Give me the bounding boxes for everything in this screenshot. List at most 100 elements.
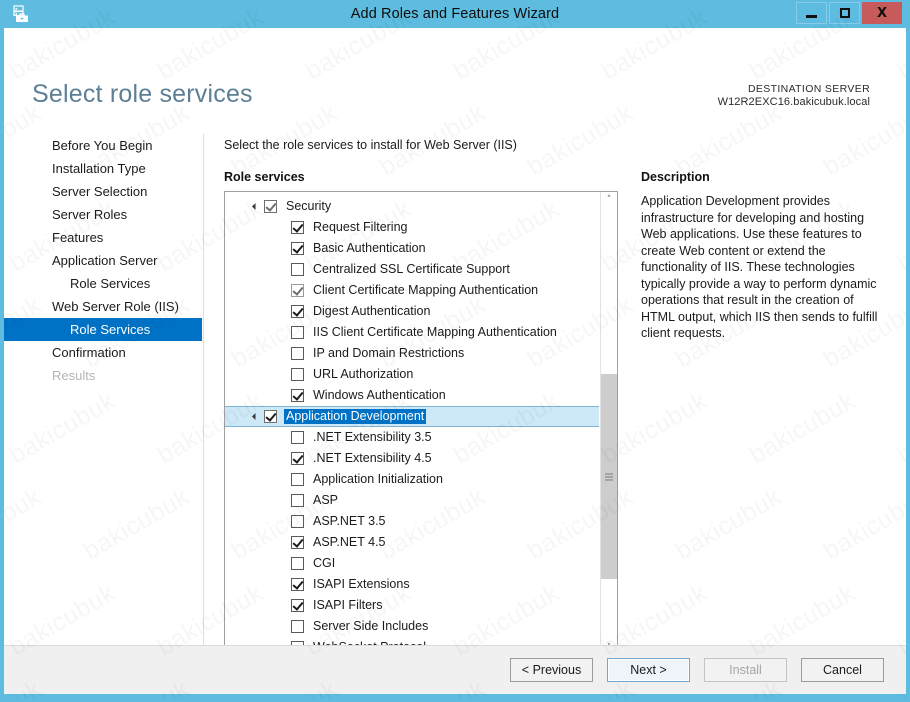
role-service-checkbox[interactable] <box>291 242 304 255</box>
role-service-row[interactable]: ASP <box>225 490 599 511</box>
role-service-row[interactable]: .NET Extensibility 4.5 <box>225 448 599 469</box>
role-service-row[interactable]: ASP.NET 3.5 <box>225 511 599 532</box>
footer-bar: < Previous Next > Install Cancel <box>4 645 906 694</box>
minimize-icon <box>806 14 817 18</box>
role-service-checkbox[interactable] <box>291 284 304 297</box>
sidebar-item-installation-type[interactable]: Installation Type <box>4 157 203 180</box>
window-title: Add Roles and Features Wizard <box>350 6 560 22</box>
destination-label: DESTINATION SERVER <box>747 83 870 95</box>
maximize-icon <box>839 8 850 18</box>
role-service-checkbox[interactable] <box>291 368 304 381</box>
role-service-row[interactable]: CGI <box>225 553 599 574</box>
maximize-button[interactable] <box>829 2 860 24</box>
role-service-row[interactable]: ASP.NET 4.5 <box>225 532 599 553</box>
role-service-row[interactable]: IP and Domain Restrictions <box>225 343 599 364</box>
role-service-row[interactable]: URL Authorization <box>225 364 599 385</box>
role-service-row[interactable]: ISAPI Extensions <box>225 574 599 595</box>
role-service-row[interactable]: IIS Client Certificate Mapping Authentic… <box>225 322 599 343</box>
role-service-label: Security <box>286 199 332 213</box>
role-service-checkbox[interactable] <box>291 221 304 234</box>
sidebar-item-label: Role Services <box>70 322 151 337</box>
role-service-row[interactable]: Digest Authentication <box>225 301 599 322</box>
role-services-listbox[interactable]: Security Request Filtering Basic Authentic… <box>224 191 618 658</box>
previous-button[interactable]: < Previous <box>510 658 593 682</box>
role-service-label: .NET Extensibility 3.5 <box>313 430 432 444</box>
role-service-row[interactable]: ISAPI Filters <box>225 595 599 616</box>
role-service-row[interactable]: Basic Authentication <box>225 238 599 259</box>
role-service-row[interactable]: Centralized SSL Certificate Support <box>225 259 599 280</box>
role-service-label: ASP <box>313 493 339 507</box>
sidebar-item-role-services[interactable]: Role Services <box>4 318 202 341</box>
sidebar-item-label: Installation Type <box>52 161 146 176</box>
minimize-button[interactable] <box>796 2 827 24</box>
scrollbar-thumb[interactable] <box>601 374 617 579</box>
role-service-checkbox[interactable] <box>291 599 304 612</box>
role-service-label: Application Initialization <box>313 472 443 486</box>
close-button[interactable]: X <box>862 2 902 24</box>
wizard-window: Add Roles and Features Wizard X Select r… <box>0 0 910 702</box>
role-service-checkbox[interactable] <box>291 473 304 486</box>
role-service-checkbox[interactable] <box>291 326 304 339</box>
role-service-checkbox[interactable] <box>291 305 304 318</box>
role-service-label: .NET Extensibility 4.5 <box>313 451 432 465</box>
sidebar-item-before-you-begin[interactable]: Before You Begin <box>4 134 203 157</box>
instruction-text: Select the role services to install for … <box>224 138 517 152</box>
role-service-label: CGI <box>313 556 336 570</box>
role-service-row[interactable]: .NET Extensibility 3.5 <box>225 427 599 448</box>
role-service-checkbox[interactable] <box>291 494 304 507</box>
role-service-row[interactable]: Server Side Includes <box>225 616 599 637</box>
role-service-checkbox[interactable] <box>291 431 304 444</box>
role-service-checkbox[interactable] <box>291 389 304 402</box>
destination-server-name: W12R2EXC16.bakicubuk.local <box>717 96 870 109</box>
role-service-row[interactable]: Application Initialization <box>225 469 599 490</box>
role-service-checkbox[interactable] <box>291 452 304 465</box>
role-service-checkbox[interactable] <box>291 536 304 549</box>
sidebar-item-label: Confirmation <box>52 345 126 360</box>
role-service-row[interactable]: Windows Authentication <box>225 385 599 406</box>
cancel-button[interactable]: Cancel <box>801 658 884 682</box>
role-service-row[interactable]: Application Development <box>225 406 599 427</box>
sidebar-item-role-services[interactable]: Role Services <box>4 272 203 295</box>
role-service-row[interactable]: Security <box>225 196 599 217</box>
role-service-checkbox[interactable] <box>291 515 304 528</box>
server-roles-icon <box>10 3 32 25</box>
client-area: Select role services DESTINATION SERVER … <box>4 28 906 694</box>
title-bar: Add Roles and Features Wizard X <box>4 0 906 28</box>
sidebar-item-server-selection[interactable]: Server Selection <box>4 180 203 203</box>
expand-collapse-arrow-icon[interactable] <box>246 412 264 421</box>
role-service-checkbox[interactable] <box>291 347 304 360</box>
role-service-label: Basic Authentication <box>313 241 426 255</box>
sidebar-item-application-server[interactable]: Application Server <box>4 249 203 272</box>
role-service-checkbox[interactable] <box>291 557 304 570</box>
sidebar-item-web-server-role-iis[interactable]: Web Server Role (IIS) <box>4 295 203 318</box>
scrollbar-grip-icon <box>605 473 613 480</box>
vertical-scrollbar[interactable]: ˄ ˅ <box>600 192 617 657</box>
next-button[interactable]: Next > <box>607 658 690 682</box>
sidebar-item-label: Server Selection <box>52 184 148 199</box>
sidebar-item-label: Features <box>52 230 104 245</box>
page-header <box>4 28 906 86</box>
expand-collapse-arrow-icon[interactable] <box>246 202 264 211</box>
role-service-row[interactable]: Client Certificate Mapping Authenticatio… <box>225 280 599 301</box>
window-controls: X <box>796 2 902 24</box>
role-service-checkbox[interactable] <box>291 578 304 591</box>
role-service-checkbox[interactable] <box>264 410 277 423</box>
wizard-navigation: Before You Begin Installation Type Server … <box>4 134 204 646</box>
close-icon: X <box>876 5 888 21</box>
role-service-label: ASP.NET 4.5 <box>313 535 386 549</box>
sidebar-item-server-roles[interactable]: Server Roles <box>4 203 203 226</box>
role-service-checkbox[interactable] <box>291 263 304 276</box>
role-service-label: Digest Authentication <box>313 304 431 318</box>
scroll-up-button[interactable]: ˄ <box>601 192 617 209</box>
sidebar-item-features[interactable]: Features <box>4 226 203 249</box>
role-service-checkbox[interactable] <box>291 620 304 633</box>
install-button: Install <box>704 658 787 682</box>
role-service-label: Centralized SSL Certificate Support <box>313 262 510 276</box>
sidebar-item-label: Before You Begin <box>52 138 153 153</box>
sidebar-item-label: Results <box>52 368 96 383</box>
role-services-label: Role services <box>224 170 305 184</box>
role-service-label: Request Filtering <box>313 220 408 234</box>
sidebar-item-confirmation[interactable]: Confirmation <box>4 341 203 364</box>
role-service-checkbox[interactable] <box>264 200 277 213</box>
role-service-row[interactable]: Request Filtering <box>225 217 599 238</box>
